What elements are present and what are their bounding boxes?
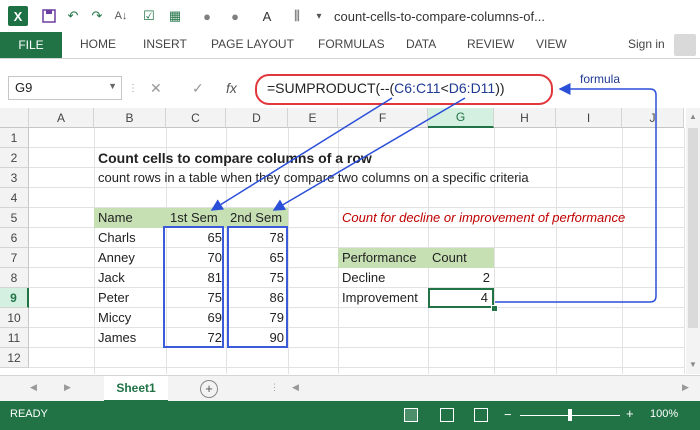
scroll-right-icon[interactable]: ▶ bbox=[682, 382, 689, 393]
previous-sheet-icon[interactable]: ◀ bbox=[30, 382, 37, 393]
normal-view-icon[interactable] bbox=[404, 408, 418, 422]
scroll-left-icon[interactable]: ◀ bbox=[292, 382, 299, 393]
connector-arrow bbox=[495, 83, 657, 303]
tab-sheet1[interactable]: Sheet1 bbox=[104, 376, 168, 402]
zoom-slider-thumb[interactable] bbox=[568, 409, 572, 421]
zoom-level[interactable]: 100% bbox=[650, 408, 678, 420]
next-sheet-icon[interactable]: ▶ bbox=[64, 382, 71, 393]
status-ready: READY bbox=[10, 408, 48, 420]
sheet-tab-bar: ◀ ▶ Sheet1 + ⋮ ◀ ▶ bbox=[0, 375, 700, 402]
status-bar: READY − + 100% bbox=[0, 401, 700, 430]
zoom-in-icon[interactable]: + bbox=[626, 406, 634, 421]
annotation-arrows bbox=[210, 83, 657, 303]
add-sheet-button[interactable]: + bbox=[200, 380, 218, 398]
more-options-icon[interactable]: ⋮ bbox=[270, 382, 279, 393]
page-layout-view-icon[interactable] bbox=[440, 408, 454, 422]
page-break-view-icon[interactable] bbox=[474, 408, 488, 422]
zoom-out-icon[interactable]: − bbox=[504, 407, 512, 422]
